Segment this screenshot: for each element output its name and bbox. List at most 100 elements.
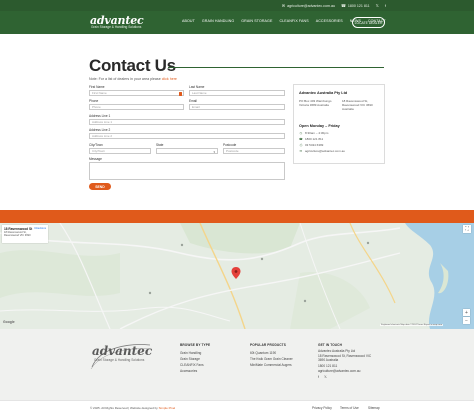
last-name-placeholder: Last Name [192,91,207,95]
footer-link-grain-handling[interactable]: Grain Handling [180,351,201,355]
city-field[interactable]: City/Town [89,148,151,154]
company-name: Advantec Australia Pty Ltd [299,91,348,95]
address2-field[interactable]: Address Line 2 [89,133,285,139]
fax-icon: ⎙ [299,143,303,147]
nav-accessories[interactable]: ACCESSORIES [316,19,343,23]
town-marker [303,299,307,303]
phone-icon: ☎ [340,3,346,8]
nav-grain-storage[interactable]: GRAIN STORAGE [241,19,272,23]
footer-logo-word: advantec [92,344,153,358]
footer-link-cleanfix[interactable]: CLEANFIX Fans [180,363,204,367]
site-logo[interactable]: advantec Grain Storage & Handling Soluti… [90,14,150,31]
topbar-email-text: agriculture@advantec.com.au [287,3,335,8]
footer-product-link[interactable]: 60t Quantum 1190 [250,351,276,355]
hours-text: 8:30am – 4:30pm [305,131,329,135]
address1-placeholder: Address Line 1 [92,120,113,124]
map-canvas [0,223,474,329]
legal-bar: © 2025. All Rights Reserved | Website de… [0,400,474,415]
first-name-field[interactable]: First Name [89,90,184,96]
town-marker [148,291,152,295]
address1-field[interactable]: Address Line 1 [89,119,285,125]
card-phone-text: 1800 121 811 [305,137,324,141]
copyright: © 2025. All Rights Reserved | Website de… [90,406,175,410]
facebook-icon[interactable]: f [385,3,386,8]
topbar-phone-text: 1800 121 811 [347,3,370,8]
field-error-icon [178,92,182,96]
footer-product-link[interactable]: MiniMate Commercial Augers [250,363,292,367]
top-bar: ✉ agriculture@advantec.com.au ☎ 1800 121… [0,0,474,11]
hours-title: Open Monday – Friday [299,124,340,128]
town-marker [260,257,264,261]
phone-row[interactable]: ☎ 1800 121 811 [299,137,323,141]
address2-label: Address Line 2 [89,128,111,132]
send-button[interactable]: SEND [89,183,111,190]
locate-dealer-button[interactable]: LOCATE DEALER [352,17,385,28]
location-map[interactable]: 18 Ravenswood St 18 Ravenswood St, Raven… [0,223,474,329]
last-name-label: Last Name [189,85,205,89]
phone-placeholder: Phone [92,105,101,109]
x-icon[interactable]: 𝕏 [324,375,327,379]
footer-address: 18 Ravenswood St, Ravenswood VIC 3690 Au… [318,354,372,362]
title-divider [168,67,384,68]
town-marker [366,241,370,245]
city-label: City/Town [89,143,103,147]
email-placeholder: Email [192,105,200,109]
zoom-out-icon[interactable]: − [463,317,470,324]
postcode-placeholder: Postcode [226,149,239,153]
terms-link[interactable]: Terms of Use [340,406,359,410]
privacy-policy-link[interactable]: Privacy Policy [312,406,332,410]
topbar-email[interactable]: ✉ agriculture@advantec.com.au [282,3,335,8]
email-field[interactable]: Email [189,104,285,110]
footer-browse-title: BROWSE BY TYPE [180,343,211,347]
mail-icon: ✉ [299,149,303,153]
map-attribution[interactable]: Keyboard shortcuts Map data ©2024 Terms … [380,324,444,326]
site-header: advantec Grain Storage & Handling Soluti… [0,11,474,34]
postcode-field[interactable]: Postcode [223,148,285,154]
phone-icon: ☎ [299,137,303,141]
footer-products-title: POPULAR PRODUCTS [250,343,286,347]
facebook-icon[interactable]: f [318,375,319,379]
phone-label: Phone [89,99,99,103]
designer-link[interactable]: Simple Pixel [159,406,176,410]
map-place-card[interactable]: 18 Ravenswood St 18 Ravenswood St, Raven… [2,225,48,243]
town-marker [180,243,184,247]
sitemap-link[interactable]: Sitemap [368,406,380,410]
x-icon[interactable]: 𝕏 [376,3,379,8]
nav-cleanfix-fans[interactable]: CLEANFIX FANS [279,19,308,23]
footer-email[interactable]: agriculture@advantec.com.au [318,369,360,373]
map-directions-link[interactable]: Directions [34,227,46,230]
footer-company: Advantec Australia Pty Ltd [318,349,356,353]
card-fax-text: 03 5434 6399 [305,143,324,147]
fullscreen-icon[interactable]: ⛶ [463,225,471,233]
footer-product-link[interactable]: The Kwik Gram Grain Cleaner [250,357,293,361]
fax-row: ⎙ 03 5434 6399 [299,143,324,147]
footer-link-grain-storage[interactable]: Grain Storage [180,357,200,361]
email-row[interactable]: ✉ agriculture@advantec.com.au [299,149,345,153]
company-info-card: Advantec Australia Pty Ltd PO Box 403 Wa… [293,84,385,164]
footer-logo[interactable]: advantec Grain Storage & Handling Soluti… [90,341,152,371]
card-email-text: agriculture@advantec.com.au [305,149,345,153]
postcode-label: Postcode [223,143,237,147]
nav-about[interactable]: ABOUT [182,19,195,23]
clock-icon: ◷ [299,131,303,135]
site-footer: advantec Grain Storage & Handling Soluti… [0,329,474,400]
hours-row: ◷ 8:30am – 4:30pm [299,131,329,135]
google-logo: Google [3,320,15,324]
postal-address: PO Box 403 Warnbungo Victoria 3689 Austr… [299,99,332,107]
page-title: Contact Us [89,56,176,75]
footer-link-accessories[interactable]: Accessories [180,369,197,373]
last-name-field[interactable]: Last Name [189,90,285,96]
nav-grain-handling[interactable]: GRAIN HANDLING [202,19,234,23]
topbar-phone[interactable]: ☎ 1800 121 811 [341,3,370,8]
zoom-in-icon[interactable]: + [463,309,470,316]
first-name-placeholder: First Name [92,91,107,95]
address2-placeholder: Address Line 2 [92,134,113,138]
state-select[interactable]: ▾ [156,148,218,154]
dealer-note-link[interactable]: click here [162,77,177,81]
terrain-patch [0,250,120,298]
address1-label: Address Line 1 [89,114,111,118]
mail-icon: ✉ [281,3,286,8]
message-field[interactable] [89,162,285,180]
phone-field[interactable]: Phone [89,104,184,110]
footer-phone[interactable]: 1800 121 811 [318,364,337,368]
